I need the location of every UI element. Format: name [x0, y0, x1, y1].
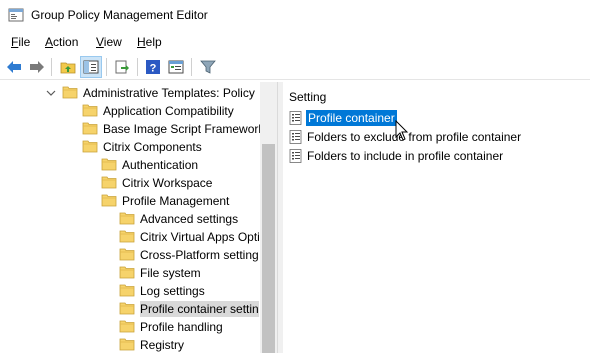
- tree-item[interactable]: Base Image Script Framework: [0, 120, 264, 138]
- tree-item[interactable]: Citrix Workspace: [0, 174, 260, 192]
- tree-item-label: Administrative Templates: Policy: [83, 86, 255, 100]
- setting-row[interactable]: Folders to exclude from profile containe…: [287, 128, 587, 146]
- tree-item[interactable]: Registry: [0, 336, 260, 353]
- tree-item[interactable]: Profile handling: [0, 318, 260, 336]
- folder-icon: [62, 86, 78, 99]
- tree-item[interactable]: Citrix Components: [0, 138, 260, 156]
- group-policy-icon: [8, 8, 24, 22]
- properties-icon: [168, 60, 184, 74]
- folder-icon: [119, 338, 135, 351]
- menu-file[interactable]: File: [11, 35, 30, 49]
- tree-item-label: Cross-Platform setting: [140, 248, 259, 262]
- tree-item[interactable]: Cross-Platform setting: [0, 246, 260, 264]
- tree-item[interactable]: Advanced settings: [0, 210, 260, 228]
- setting-row-label: Folders to exclude from profile containe…: [307, 130, 522, 144]
- toolbar: ?: [0, 53, 590, 80]
- show-hide-tree-icon: [83, 60, 99, 74]
- folder-icon: [82, 104, 98, 117]
- tree-item[interactable]: Log settings: [0, 282, 260, 300]
- back-icon: [7, 61, 21, 73]
- tree-item-label: Application Compatibility: [103, 104, 234, 118]
- help-icon: ?: [146, 60, 160, 75]
- tree-item-label: Registry: [140, 338, 185, 352]
- tree-item[interactable]: Administrative Templates: Policy: [0, 84, 260, 102]
- tree-scrollbar-thumb[interactable]: [262, 144, 275, 353]
- tree-item-label: Profile container settin: [140, 301, 259, 317]
- tree-item[interactable]: Profile container settin: [0, 300, 260, 318]
- setting-row[interactable]: Profile container: [287, 109, 587, 127]
- folder-icon: [101, 194, 117, 207]
- settings-list-pane: Setting Profile container Folders to excl…: [283, 82, 590, 353]
- folder-icon: [119, 212, 135, 225]
- folder-icon: [82, 122, 98, 135]
- menu-action[interactable]: Action: [45, 35, 78, 49]
- tree-item-label: Profile handling: [140, 320, 223, 334]
- tree-item-label: Base Image Script Framework: [103, 122, 265, 136]
- tree-item[interactable]: Citrix Virtual Apps Opti: [0, 228, 260, 246]
- export-list-icon: [115, 60, 129, 74]
- folder-icon: [101, 158, 117, 171]
- tree-item-label: Citrix Components: [103, 140, 202, 154]
- tree-item-label: Profile Management: [122, 194, 230, 208]
- folder-icon: [82, 140, 98, 153]
- mouse-cursor-icon: [395, 120, 409, 141]
- chevron-down-icon[interactable]: [46, 88, 56, 98]
- tree-item-label: File system: [140, 266, 201, 280]
- tree-scrollbar[interactable]: [260, 82, 277, 353]
- policy-setting-icon: [289, 130, 302, 144]
- tree-pane: Administrative Templates: Policy Applicat…: [0, 82, 278, 353]
- folder-icon: [101, 176, 117, 189]
- tree-item-label: Advanced settings: [140, 212, 239, 226]
- setting-row-label: Profile container: [305, 109, 398, 127]
- title-bar: Group Policy Management Editor: [0, 0, 590, 30]
- setting-row[interactable]: Folders to include in profile container: [287, 147, 587, 165]
- tree-item-label: Log settings: [140, 284, 205, 298]
- filter-button[interactable]: [197, 56, 219, 78]
- help-button[interactable]: ?: [142, 56, 164, 78]
- back-button[interactable]: [3, 56, 25, 78]
- tree-item[interactable]: File system: [0, 264, 260, 282]
- tree-item-label: Citrix Workspace: [122, 176, 213, 190]
- tree-item[interactable]: Profile Management: [0, 192, 260, 210]
- folder-icon: [119, 284, 135, 297]
- folder-icon: [119, 248, 135, 261]
- up-folder-icon: [60, 62, 76, 74]
- svg-text:?: ?: [150, 63, 157, 75]
- up-one-level-button[interactable]: [57, 56, 79, 78]
- forward-icon: [30, 61, 44, 73]
- folder-icon: [119, 230, 135, 243]
- policy-setting-icon: [289, 111, 302, 125]
- window-title: Group Policy Management Editor: [31, 8, 208, 22]
- filter-icon: [200, 60, 216, 74]
- tree-item[interactable]: Authentication: [0, 156, 260, 174]
- tree-item[interactable]: Application Compatibility: [0, 102, 260, 120]
- properties-button[interactable]: [165, 56, 187, 78]
- forward-button[interactable]: [26, 56, 48, 78]
- folder-icon: [119, 302, 135, 315]
- export-list-button[interactable]: [111, 56, 133, 78]
- column-header-setting[interactable]: Setting: [289, 90, 326, 104]
- menu-bar: File Action View Help: [0, 31, 590, 53]
- tree-item-label: Citrix Virtual Apps Opti: [140, 230, 260, 244]
- policy-setting-icon: [289, 149, 302, 163]
- menu-help[interactable]: Help: [137, 35, 162, 49]
- menu-view[interactable]: View: [96, 35, 122, 49]
- tree-item-label: Authentication: [122, 158, 199, 172]
- setting-row-label: Folders to include in profile container: [307, 149, 504, 163]
- show-hide-tree-button[interactable]: [80, 56, 102, 78]
- folder-icon: [119, 320, 135, 333]
- folder-icon: [119, 266, 135, 279]
